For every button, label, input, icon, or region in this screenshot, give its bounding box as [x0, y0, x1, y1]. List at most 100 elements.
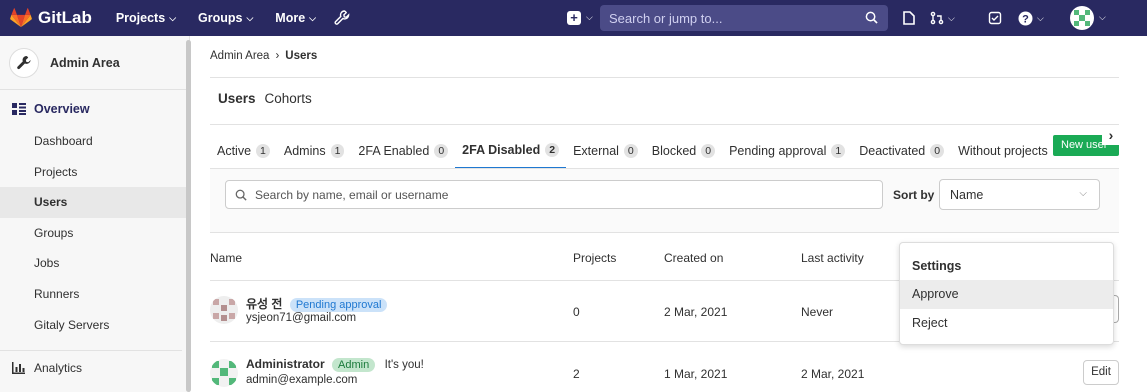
chevron-down-icon: ⌵: [246, 12, 254, 23]
sidebar-context-avatar: [9, 47, 39, 78]
sidebar-item-jobs[interactable]: Jobs: [0, 248, 189, 279]
tab-blocked[interactable]: Blocked 0: [645, 133, 722, 169]
sidebar-item-analytics[interactable]: Analytics: [0, 350, 182, 384]
tab-without-projects[interactable]: Without projects: [951, 133, 1055, 169]
breadcrumb-current[interactable]: Users: [285, 50, 317, 62]
breadcrumb-separator: ›: [275, 50, 280, 62]
chevron-down-icon: ⌵: [1079, 188, 1087, 199]
user-filter-tabs: Active 1 Admins 1 2FA Enabled 0 2FA Disable…: [210, 133, 1119, 169]
user-name-line: 유성 전 Pending approval: [246, 295, 388, 312]
user-email[interactable]: ysjeon71@gmail.com: [246, 312, 356, 324]
divider: [210, 124, 1119, 125]
user-search-input[interactable]: Search by name, email or username: [225, 180, 883, 209]
count-badge: 0: [434, 144, 449, 158]
projects-count: 0: [573, 305, 580, 319]
tab-active[interactable]: Active 1: [210, 133, 277, 169]
wrench-icon: [17, 55, 31, 69]
sidebar-item-dashboard[interactable]: Dashboard: [0, 126, 189, 157]
user-name[interactable]: 유성 전: [246, 297, 282, 311]
header-projects: Projects: [573, 251, 617, 265]
gitlab-logo-icon: [10, 8, 32, 28]
tab-label: 2FA Disabled: [462, 143, 541, 157]
admin-wrench-icon[interactable]: [334, 10, 350, 26]
todo-check-icon: [988, 11, 1002, 25]
last-activity: 2 Mar, 2021: [801, 367, 865, 381]
its-you-note: It's you!: [384, 359, 424, 371]
count-badge: 2: [545, 143, 560, 157]
tab-cohorts[interactable]: Cohorts: [265, 91, 312, 116]
count-badge: 0: [701, 144, 716, 158]
sort-value: Name: [950, 187, 984, 202]
new-dropdown-plus-icon[interactable]: +: [567, 11, 581, 25]
tab-deactivated[interactable]: Deactivated 0: [852, 133, 951, 169]
sidebar-section-label: Overview: [34, 102, 90, 116]
sidebar-item-gitaly-servers[interactable]: Gitaly Servers: [0, 310, 189, 341]
top-tabs: Users Cohorts: [218, 91, 312, 116]
sidebar-header[interactable]: Admin Area: [0, 36, 189, 90]
user-name-line: Administrator Admin It's you!: [246, 357, 424, 372]
divider: [210, 77, 1119, 78]
sidebar-item-projects[interactable]: Projects: [0, 157, 189, 188]
chevron-right-icon[interactable]: ›: [1102, 127, 1120, 145]
user-avatar[interactable]: [1070, 6, 1094, 30]
count-badge: 0: [930, 144, 945, 158]
sidebar-item-groups[interactable]: Groups: [0, 218, 189, 249]
main-content: Admin Area › Users Users Cohorts Active 1…: [210, 36, 1120, 392]
search-placeholder: Search or jump to...: [609, 10, 723, 26]
chevron-down-icon: ⌵: [948, 12, 955, 23]
todos-icon[interactable]: [988, 10, 1002, 26]
user-email[interactable]: admin@example.com: [246, 374, 357, 386]
approve-menu-item[interactable]: Approve: [900, 280, 1113, 309]
merge-requests-icon[interactable]: ⌵: [930, 10, 955, 26]
help-dropdown[interactable]: ? ⌵: [1018, 10, 1044, 26]
edit-button[interactable]: Edit: [1083, 360, 1119, 385]
nav-more-label: More: [275, 11, 306, 25]
created-on: 2 Mar, 2021: [664, 305, 728, 319]
sidebar-analytics-label: Analytics: [34, 360, 83, 375]
count-badge: 1: [256, 144, 270, 158]
tab-label: Without projects: [958, 144, 1048, 158]
search-icon: [865, 11, 878, 24]
search-icon: [235, 189, 247, 201]
chevron-down-icon: ⌵: [309, 12, 316, 23]
tab-label: Pending approval: [729, 144, 827, 158]
header-created-on: Created on: [664, 251, 724, 265]
sort-label: Sort by: [893, 188, 935, 202]
sidebar-scrollbar[interactable]: [186, 40, 191, 392]
tab-external[interactable]: External 0: [566, 133, 645, 169]
sort-dropdown[interactable]: Name ⌵: [939, 179, 1100, 210]
chevron-down-icon[interactable]: ⌵: [1099, 12, 1106, 23]
avatar[interactable]: [210, 296, 238, 324]
sidebar-item-runners[interactable]: Runners: [0, 279, 189, 310]
last-activity: Never: [801, 305, 834, 319]
tab-label: Blocked: [651, 144, 697, 158]
nav-groups-label: Groups: [198, 11, 243, 25]
sidebar-item-overview[interactable]: Overview: [0, 92, 189, 126]
header-name: Name: [210, 251, 243, 265]
nav-projects[interactable]: Projects ⌵: [116, 11, 176, 25]
tab-admins[interactable]: Admins 1: [277, 133, 352, 169]
brand-name: GitLab: [38, 8, 92, 27]
breadcrumb-admin-area[interactable]: Admin Area: [210, 50, 269, 62]
tab-users[interactable]: Users: [218, 91, 256, 116]
projects-count: 2: [573, 367, 580, 381]
tab-pending-approval[interactable]: Pending approval 1: [722, 133, 852, 169]
chevron-down-icon[interactable]: ⌵: [586, 12, 593, 23]
identicon-avatar-icon: [210, 359, 238, 387]
identicon-avatar-icon: [1074, 10, 1090, 26]
sidebar-item-users[interactable]: Users: [0, 187, 189, 218]
avatar[interactable]: [210, 359, 238, 387]
svg-text:?: ?: [1022, 13, 1029, 25]
tab-2fa-enabled[interactable]: 2FA Enabled 0: [351, 133, 455, 169]
global-search-input[interactable]: Search or jump to...: [600, 5, 888, 31]
user-actions-dropdown: Settings Approve Reject: [899, 242, 1114, 345]
nav-more[interactable]: More ⌵: [275, 11, 316, 25]
gitlab-home-link[interactable]: GitLab: [10, 8, 92, 28]
issue-icon: [903, 11, 915, 25]
help-icon: ?: [1018, 11, 1033, 25]
user-name[interactable]: Administrator: [246, 357, 325, 371]
tab-2fa-disabled[interactable]: 2FA Disabled 2: [455, 133, 567, 169]
reject-menu-item[interactable]: Reject: [900, 309, 1113, 338]
issues-icon[interactable]: [902, 10, 916, 26]
nav-groups[interactable]: Groups ⌵: [198, 11, 253, 25]
